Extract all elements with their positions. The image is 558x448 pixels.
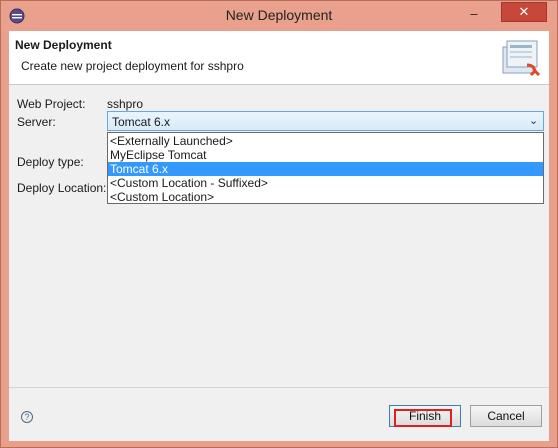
title-bar[interactable]: New Deployment – ✕ <box>1 1 557 31</box>
minimize-button[interactable]: – <box>461 5 487 25</box>
finish-highlight-box <box>394 409 452 427</box>
server-option[interactable]: <Externally Launched> <box>108 134 543 148</box>
close-button[interactable]: ✕ <box>501 2 547 22</box>
wizard-description: Create new project deployment for sshpro <box>21 59 244 73</box>
server-option-selected[interactable]: Tomcat 6.x <box>108 162 543 176</box>
help-icon[interactable]: ? <box>21 411 33 423</box>
cancel-button[interactable]: Cancel <box>470 405 542 427</box>
deploy-location-label: Deploy Location: <box>17 181 107 195</box>
server-option[interactable]: <Custom Location - Suffixed> <box>108 176 543 190</box>
deployment-wizard-icon <box>502 40 541 77</box>
server-options-list: <Externally Launched> MyEclipse Tomcat T… <box>107 132 544 204</box>
server-label: Server: <box>17 115 56 129</box>
server-selected-value: Tomcat 6.x <box>112 115 171 129</box>
dialog-window: New Deployment – ✕ New Deployment Create… <box>0 0 558 448</box>
server-dropdown[interactable]: Tomcat 6.x ⌄ <box>107 111 544 131</box>
dialog-content: New Deployment Create new project deploy… <box>9 31 549 441</box>
deploy-type-label: Deploy type: <box>17 155 84 169</box>
server-option[interactable]: <Custom Location> <box>108 190 543 204</box>
web-project-label: Web Project: <box>17 97 86 111</box>
footer-divider <box>9 387 549 388</box>
web-project-value: sshpro <box>107 97 144 111</box>
chevron-down-icon[interactable]: ⌄ <box>529 114 538 127</box>
server-option[interactable]: MyEclipse Tomcat <box>108 148 543 162</box>
wizard-header: New Deployment Create new project deploy… <box>9 31 549 85</box>
wizard-title: New Deployment <box>15 38 112 52</box>
